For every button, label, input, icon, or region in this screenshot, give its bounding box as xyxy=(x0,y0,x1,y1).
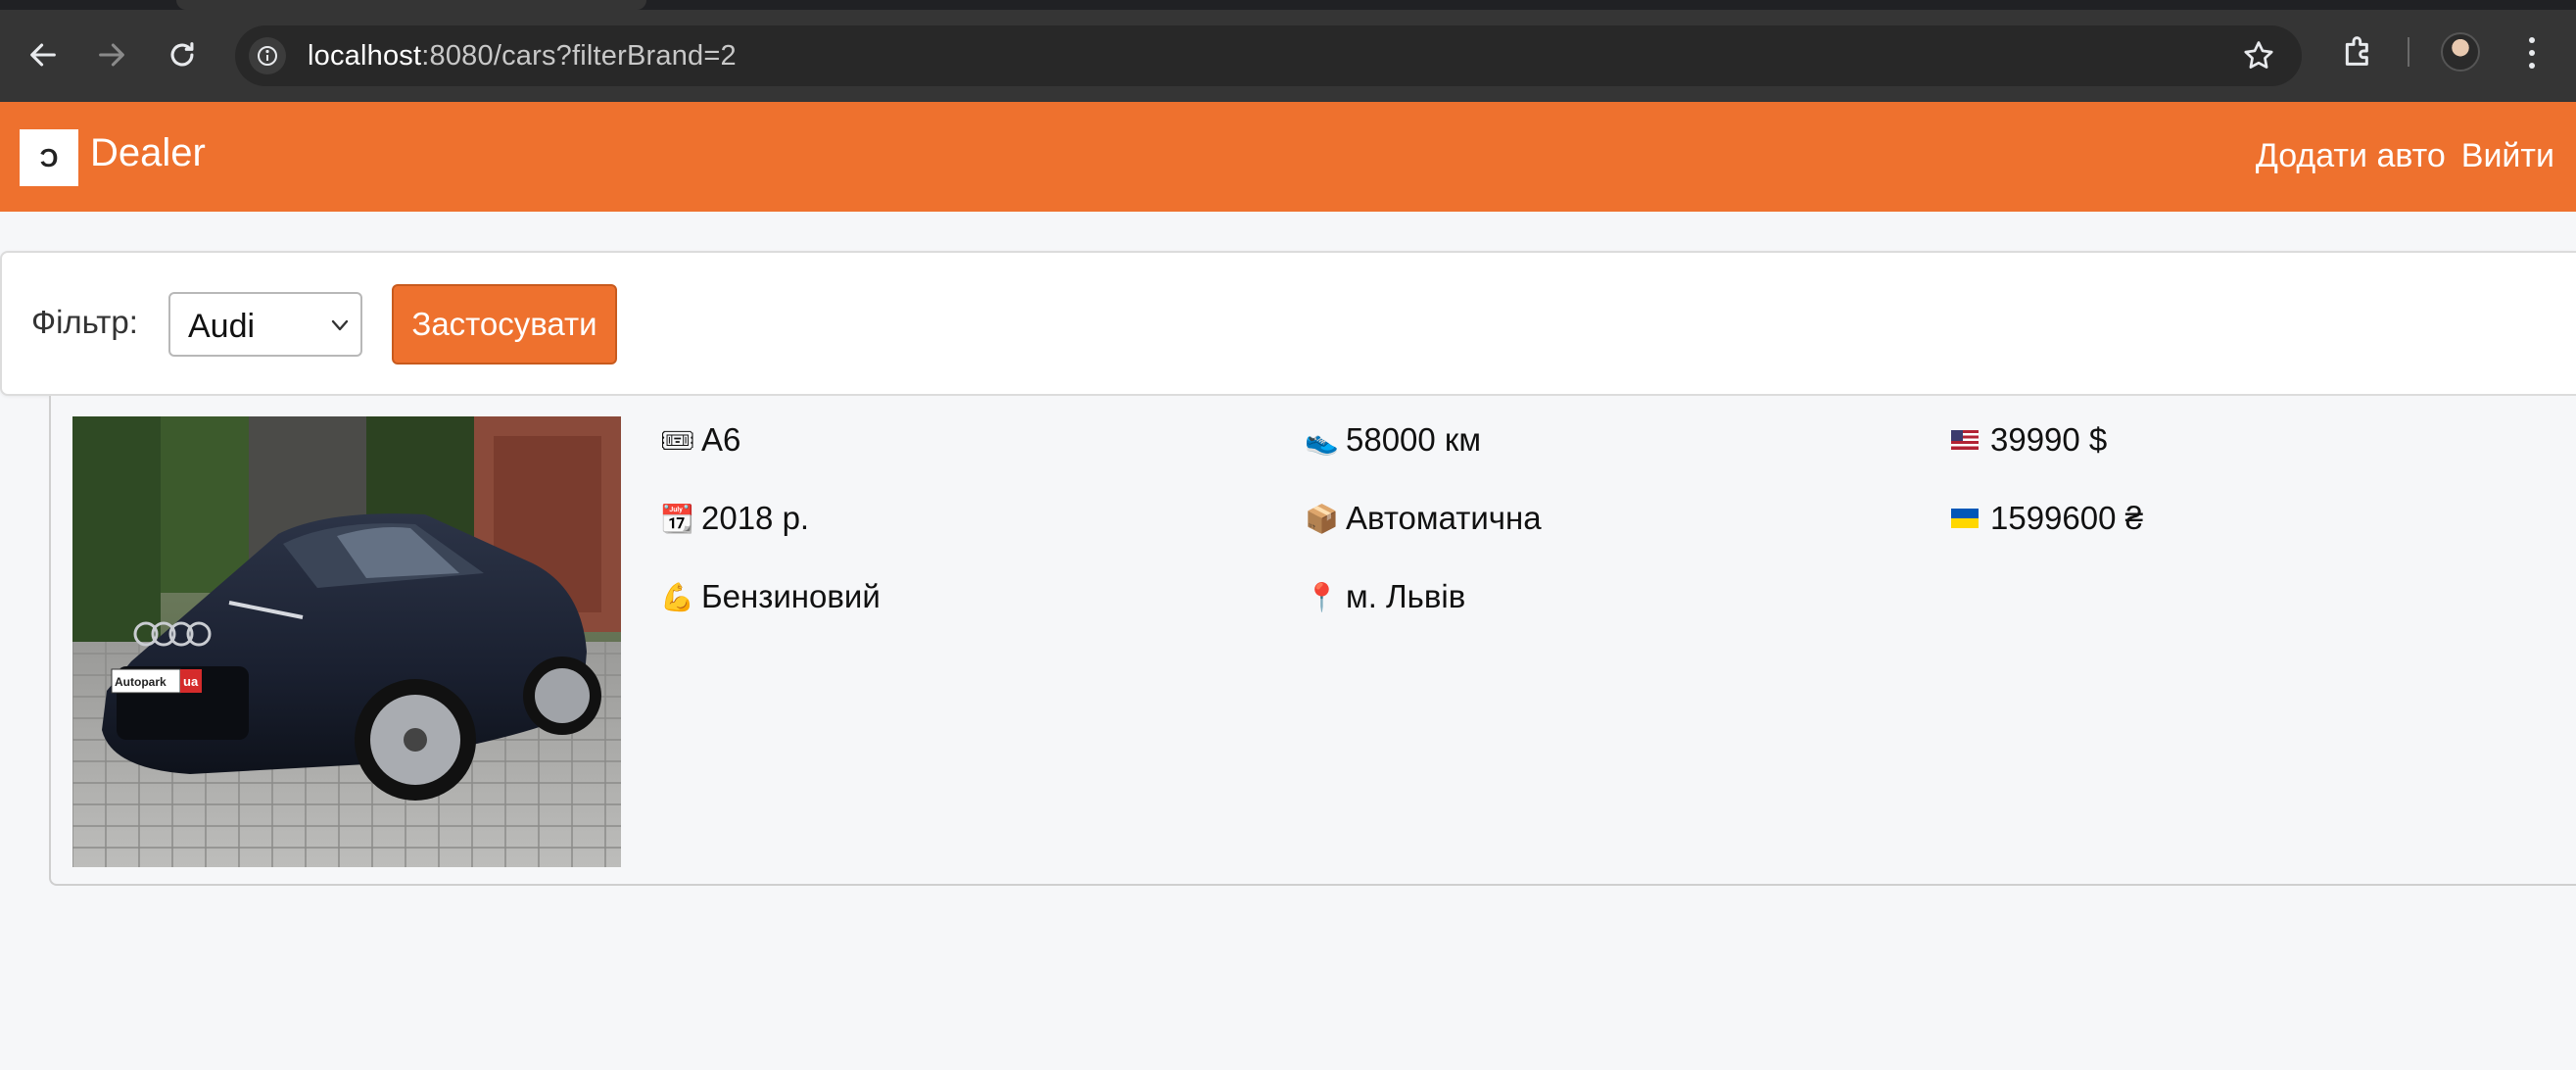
spec-location: 📍 м. Львів xyxy=(1305,578,1466,614)
toolbar-divider xyxy=(2408,37,2409,67)
spec-price-uah: 1599600 ₴ xyxy=(1949,500,2143,537)
chevron-down-icon xyxy=(331,319,349,331)
spec-transmission: 📦 Автоматична xyxy=(1305,500,1542,536)
filter-panel: Фільтр: Audi Застосувати xyxy=(0,251,2576,396)
package-icon: 📦 xyxy=(1305,502,1339,535)
calendar-icon: 📆 xyxy=(660,502,694,535)
apply-filter-button[interactable]: Застосувати xyxy=(392,284,617,365)
address-bar[interactable]: localhost:8080/cars?filterBrand=2 xyxy=(235,25,2302,86)
plate-badge: ua xyxy=(183,674,199,689)
spec-year: 📆 2018 р. xyxy=(660,500,810,536)
browser-menu-icon[interactable] xyxy=(2517,33,2547,73)
car-card[interactable]: Autopark ua 🎟 A6 📆 2018 р. 💪 Бензиновий 👟 58… xyxy=(49,396,2576,886)
brand-logo[interactable]: Ɔ xyxy=(20,129,78,186)
url-text: localhost:8080/cars?filterBrand=2 xyxy=(308,40,737,72)
brand-select-value: Audi xyxy=(188,308,256,345)
tab-strip xyxy=(0,0,2576,10)
forward-arrow-icon[interactable] xyxy=(86,29,137,80)
reload-icon[interactable] xyxy=(157,29,208,80)
browser-chrome: localhost:8080/cars?filterBrand=2 xyxy=(0,0,2576,102)
shoe-icon: 👟 xyxy=(1305,423,1339,457)
logout-link[interactable]: Вийти xyxy=(2461,137,2554,175)
bookmark-star-icon[interactable] xyxy=(2241,38,2276,73)
brand-name[interactable]: Dealer xyxy=(90,131,206,175)
brand-select[interactable]: Audi xyxy=(168,292,362,357)
active-tab-edge[interactable] xyxy=(176,0,646,10)
filter-label: Фільтр: xyxy=(31,304,138,340)
spec-model: 🎟 A6 xyxy=(660,421,741,458)
spec-mileage: 👟 58000 км xyxy=(1305,421,1482,458)
spec-fuel: 💪 Бензиновий xyxy=(660,578,881,614)
us-flag-icon xyxy=(1949,424,1980,457)
muscle-icon: 💪 xyxy=(660,580,694,613)
app-navbar: Ɔ Dealer Додати авто Вийти xyxy=(0,102,2576,212)
spec-price-usd: 39990 $ xyxy=(1949,421,2107,459)
profile-avatar[interactable] xyxy=(2441,32,2480,72)
back-arrow-icon[interactable] xyxy=(18,29,69,80)
add-car-link[interactable]: Додати авто xyxy=(2256,137,2446,175)
pin-icon: 📍 xyxy=(1305,580,1339,613)
extensions-puzzle-icon[interactable] xyxy=(2339,31,2378,71)
site-info-icon[interactable] xyxy=(249,37,286,74)
ticket-icon: 🎟 xyxy=(660,423,695,457)
nav-links: Додати авто Вийти xyxy=(2256,137,2554,175)
car-photo[interactable]: Autopark ua xyxy=(72,416,621,867)
plate-text: Autopark xyxy=(115,675,167,689)
ua-flag-icon xyxy=(1949,503,1980,535)
